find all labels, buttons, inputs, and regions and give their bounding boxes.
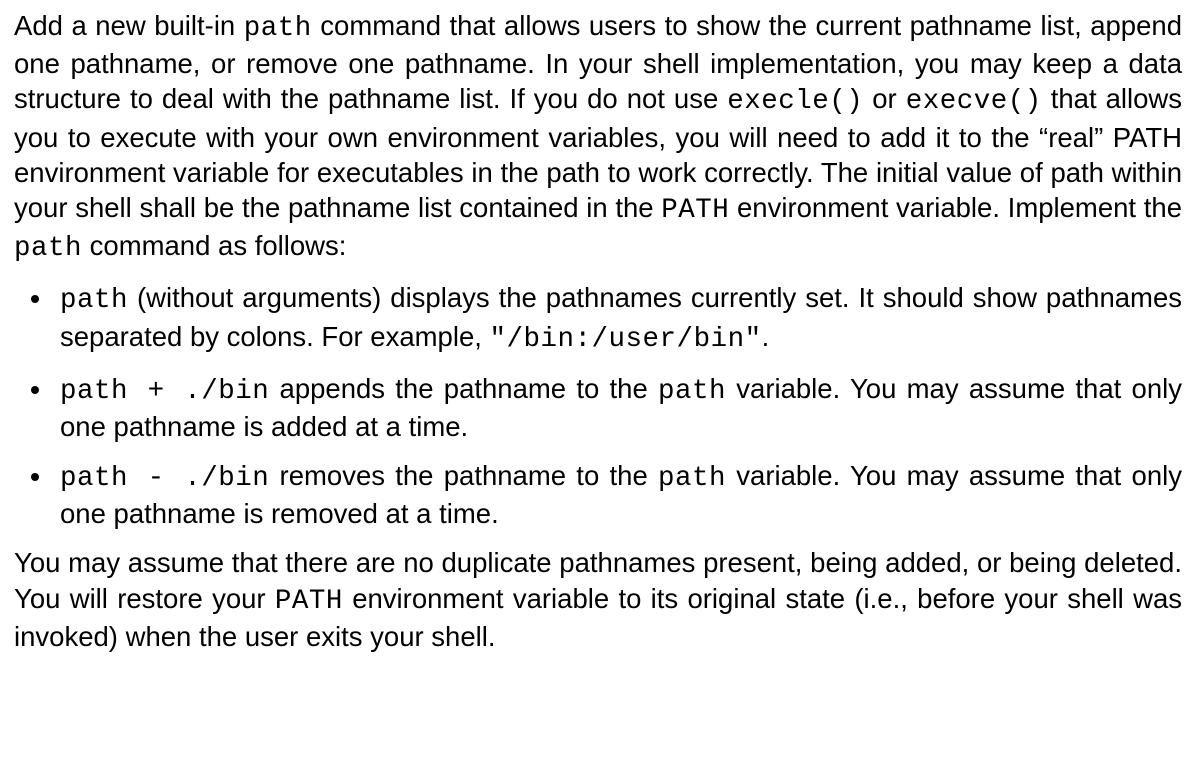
text: removes the pathname to the [269, 460, 658, 491]
code-path: path [658, 376, 726, 407]
code-path-append: path + ./bin [60, 376, 269, 407]
bullet-list: path (without arguments) displays the pa… [14, 280, 1182, 531]
text: command as follows: [82, 230, 346, 261]
code-execle: execle() [727, 86, 863, 117]
outro-paragraph: You may assume that there are no duplica… [14, 545, 1182, 654]
text: . [762, 321, 770, 352]
code-path-env: PATH [275, 586, 343, 617]
bullet-item-show: path (without arguments) displays the pa… [54, 280, 1182, 356]
code-path: path [60, 285, 128, 316]
document-page: Add a new built-in path command that all… [0, 0, 1200, 672]
bullet-item-remove: path - ./bin removes the pathname to the… [54, 458, 1182, 531]
text: environment variable. Implement the [729, 192, 1182, 223]
code-path: path [658, 463, 726, 494]
text: appends the pathname to the [269, 373, 658, 404]
bullet-item-append: path + ./bin appends the pathname to the… [54, 371, 1182, 444]
code-path: path [244, 13, 312, 44]
code-path: path [14, 233, 82, 264]
code-example-path: "/bin:/user/bin" [490, 324, 762, 355]
intro-paragraph: Add a new built-in path command that all… [14, 8, 1182, 266]
code-path-remove: path - ./bin [60, 463, 269, 494]
code-execve: execve() [906, 86, 1042, 117]
code-path-env: PATH [661, 195, 729, 226]
text: or [863, 83, 905, 114]
text: Add a new built-in [14, 10, 244, 41]
